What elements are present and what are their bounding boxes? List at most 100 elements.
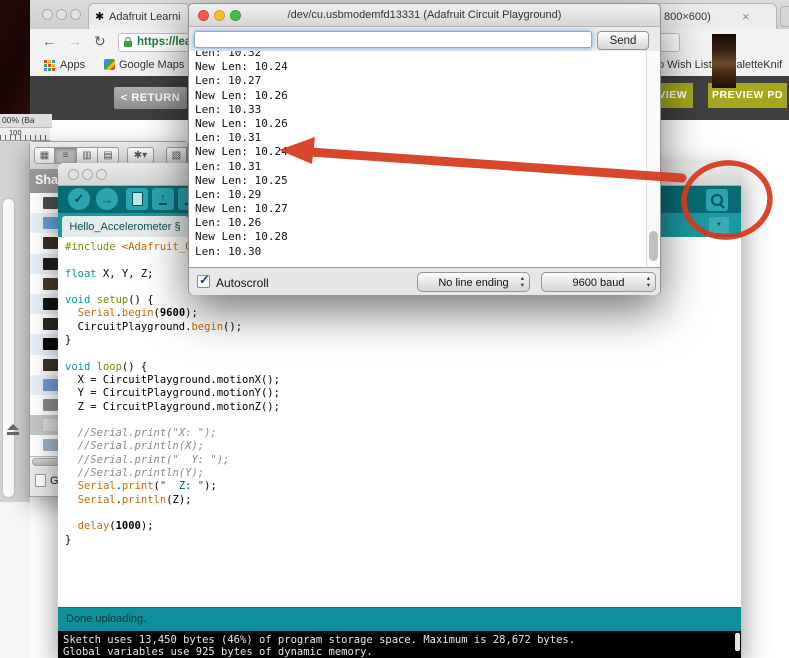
icon-view-button[interactable]: ▦ <box>34 147 55 164</box>
action-menu-button[interactable]: ✱▾ <box>127 147 154 164</box>
serial-monitor-bottom-bar: ✓ Autoscroll No line ending ▴▾ 9600 baud… <box>189 267 660 295</box>
list-view-button[interactable]: ≡ <box>54 147 77 164</box>
page-image-strip <box>712 34 736 88</box>
ide-close-button[interactable] <box>68 169 79 180</box>
line-ending-dropdown[interactable]: No line ending ▴▾ <box>417 272 530 292</box>
file-thumbnail-icon <box>43 298 58 310</box>
browser-minimize-button[interactable] <box>56 9 67 20</box>
checkmark-icon: ✓ <box>199 272 210 288</box>
ide-console: Sketch uses 13,450 bytes (46%) of progra… <box>58 631 741 658</box>
serial-scrollbar[interactable] <box>646 51 660 267</box>
file-thumbnail-icon <box>43 318 58 330</box>
scrollbar-thumb[interactable] <box>649 231 658 261</box>
file-thumbnail-icon <box>43 359 58 371</box>
code-line: void loop() { <box>65 361 280 374</box>
bookmark-apps[interactable]: Apps <box>60 59 85 71</box>
bookmark-google-maps[interactable]: Google Maps <box>119 59 184 71</box>
code-line: X = CircuitPlayground.motionX(); <box>65 374 280 387</box>
new-tab-button[interactable] <box>780 6 789 27</box>
open-sketch-button[interactable]: ↑ <box>152 188 174 210</box>
file-thumbnail-icon <box>43 379 58 391</box>
serial-output-line: Len: 10.33 <box>195 103 288 117</box>
desktop: ✱ Adafruit Learni 800×600) × ← → ↻ https… <box>0 0 789 658</box>
file-thumbnail-icon <box>43 399 58 411</box>
eject-icon[interactable] <box>7 424 19 430</box>
bookmark-wish-list[interactable]: o Wish List <box>658 59 712 71</box>
serial-monitor-window: /dev/cu.usbmodemfd13331 (Adafruit Circui… <box>188 3 661 295</box>
magnifier-icon <box>711 194 723 206</box>
baud-rate-dropdown[interactable]: 9600 baud ▴▾ <box>541 272 656 292</box>
serial-output-area[interactable]: Len: 10.32New Len: 10.24Len: 10.27 New Le… <box>189 51 646 267</box>
file-thumbnail-icon <box>43 217 58 229</box>
ide-minimize-button[interactable] <box>82 169 93 180</box>
apps-grid-icon <box>44 60 47 63</box>
serial-output-line: New Len: 10.25 <box>195 174 288 188</box>
code-line <box>65 414 280 427</box>
new-sketch-button[interactable] <box>126 188 148 210</box>
image-canvas-fragment <box>0 0 30 114</box>
serial-output-line: New Len: 10.26 <box>195 117 288 131</box>
code-line <box>65 347 280 360</box>
tab-menu-button[interactable]: ▼ <box>709 217 729 233</box>
code-line: //Serial.print("X: "); <box>65 427 280 440</box>
file-thumbnail-icon <box>43 419 58 431</box>
browser-tab-adafruit[interactable]: ✱ Adafruit Learni <box>88 3 190 29</box>
file-thumbnail-icon <box>43 338 58 350</box>
code-line: //Serial.print(" Y: "); <box>65 454 280 467</box>
autoscroll-checkbox[interactable]: ✓ <box>197 275 210 288</box>
forward-icon[interactable]: → <box>68 33 82 49</box>
ruler: 100 <box>0 128 50 141</box>
browser-tab2-title: 800×600) <box>664 11 711 23</box>
sketch-tab[interactable]: Hello_Accelerometer § <box>62 216 188 237</box>
console-lines: Sketch uses 13,450 bytes (46%) of progra… <box>58 634 741 658</box>
code-line: } <box>65 334 280 347</box>
arrange-button[interactable]: ▧ <box>166 147 187 164</box>
serial-output-line: Len: 10.32 <box>195 51 288 60</box>
ide-status-bar: Done uploading. <box>58 607 741 631</box>
upload-button[interactable]: → <box>96 188 118 210</box>
serial-output-line: New Len: 10.27 <box>195 202 288 216</box>
code-line: Y = CircuitPlayground.motionY(); <box>65 387 280 400</box>
file-thumbnail-icon <box>43 237 58 249</box>
background-editor-window: 00% (Ba 100 <box>0 0 30 658</box>
code-line <box>65 507 280 520</box>
reload-icon[interactable]: ↻ <box>94 33 106 50</box>
browser-zoom-button[interactable] <box>70 9 81 20</box>
back-icon[interactable]: ← <box>42 33 56 49</box>
bookmark-paletteknife[interactable]: PaletteKnif <box>729 59 782 71</box>
file-thumbnail-icon <box>43 278 58 290</box>
new-doc-icon <box>132 192 143 206</box>
console-line: Global variables use 925 bytes of dynami… <box>58 646 741 658</box>
dropdown-value: No line ending <box>438 277 508 289</box>
console-line: Sketch uses 13,450 bytes (46%) of progra… <box>58 634 741 646</box>
file-thumbnail-icon <box>43 197 58 209</box>
serial-monitor-button[interactable] <box>706 189 728 211</box>
browser-tab-title: Adafruit Learni <box>109 11 187 23</box>
column-view-button[interactable]: ▥ <box>76 147 98 164</box>
ruler-ticks <box>0 135 50 140</box>
code-line: //Serial.println(X); <box>65 440 280 453</box>
browser-close-button[interactable] <box>42 9 53 20</box>
serial-output-line: New Len: 10.24 <box>195 60 288 74</box>
return-button[interactable]: < RETURN <box>114 87 187 109</box>
serial-output-line: Len: 10.31 <box>195 131 288 145</box>
serial-output-line: Len: 10.27 <box>195 74 288 88</box>
verify-button[interactable]: ✓ <box>68 188 90 210</box>
console-scrollbar[interactable] <box>735 633 740 651</box>
serial-input-field[interactable] <box>194 31 592 48</box>
ide-zoom-button[interactable] <box>96 169 107 180</box>
browser-tab-second[interactable]: 800×600) × <box>655 3 777 29</box>
dropdown-arrows-icon: ▴▾ <box>647 276 650 289</box>
status-message: Done uploading. <box>66 613 146 625</box>
google-maps-icon <box>104 59 115 70</box>
coverflow-view-button[interactable]: ▤ <box>97 147 119 164</box>
send-button[interactable]: Send <box>597 31 649 50</box>
vertical-scrollbar[interactable] <box>2 198 15 498</box>
code-line: void setup() { <box>65 294 280 307</box>
serial-output-line: Len: 10.26 <box>195 216 288 230</box>
code-line: delay(1000); <box>65 520 280 533</box>
serial-monitor-title-bar[interactable]: /dev/cu.usbmodemfd13331 (Adafruit Circui… <box>189 4 660 27</box>
tab-close-icon[interactable]: × <box>742 9 750 24</box>
window-title: /dev/cu.usbmodemfd13331 (Adafruit Circui… <box>189 9 660 21</box>
serial-output-line: Len: 10.29 <box>195 188 288 202</box>
